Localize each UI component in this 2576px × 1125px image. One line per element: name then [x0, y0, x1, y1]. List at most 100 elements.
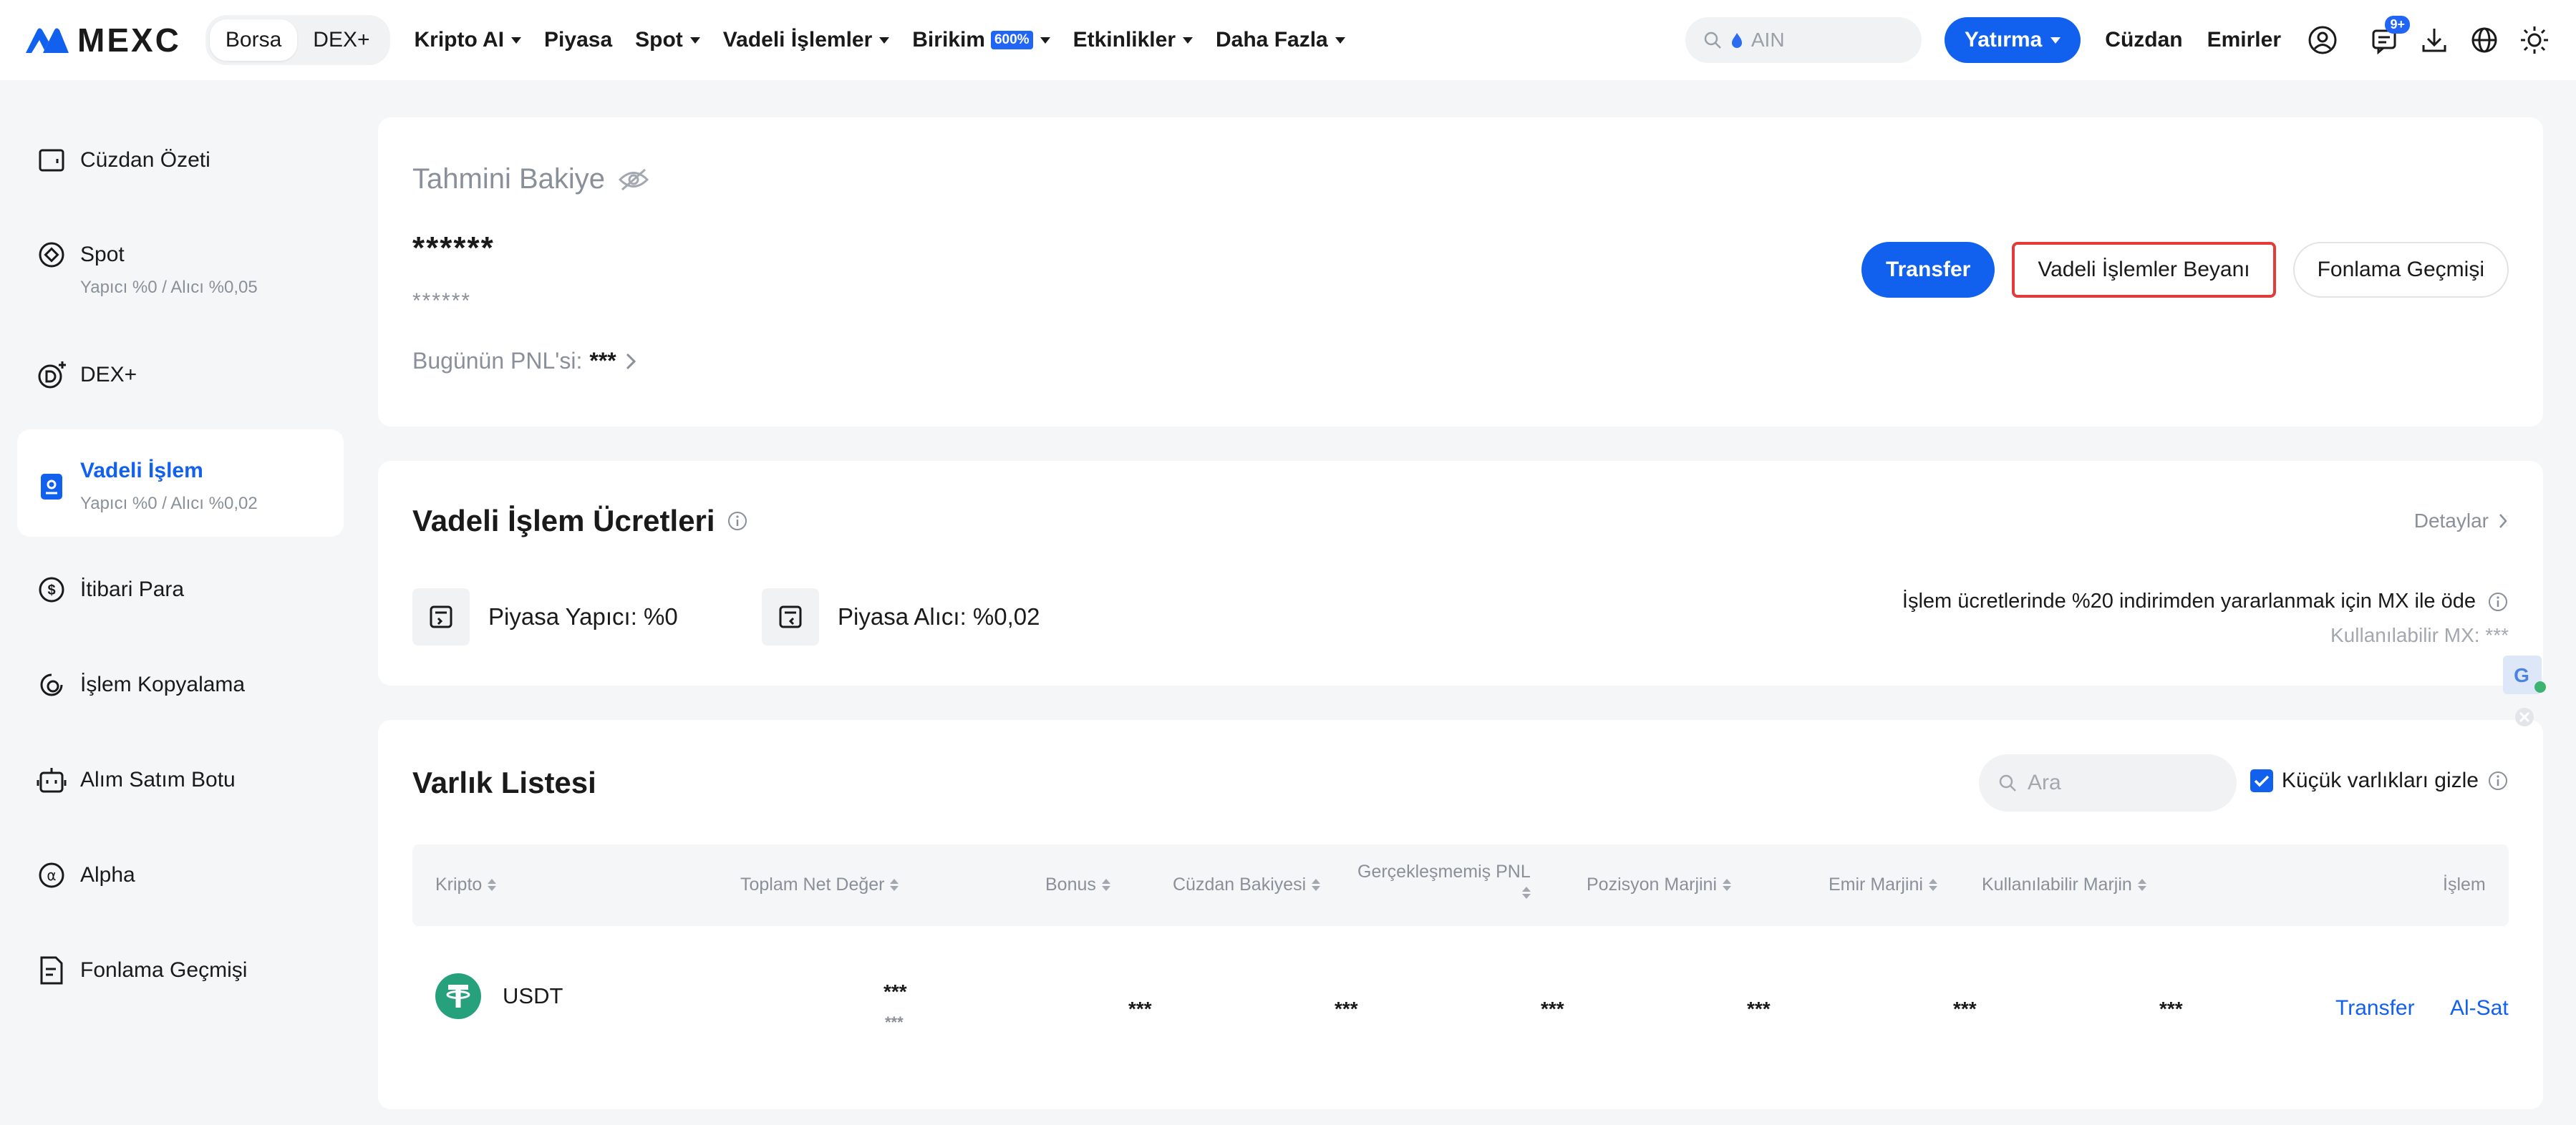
transfer-button[interactable]: Transfer: [1861, 242, 1995, 298]
nav-daha-fazla[interactable]: Daha Fazla: [1216, 28, 1345, 52]
col-kripto[interactable]: Kripto: [435, 875, 497, 895]
sidebar-item-funding-history[interactable]: Fonlama Geçmişi: [17, 955, 344, 986]
user-icon[interactable]: [2305, 23, 2340, 57]
balance-actions: Transfer Vadeli İşlemler Beyanı Fonlama …: [1861, 242, 2509, 298]
sidebar-item-sub: Yapıcı %0 / Alıcı %0,02: [80, 494, 258, 513]
sort-icon: [1101, 879, 1110, 891]
mexc-logo[interactable]: MEXC: [24, 21, 181, 59]
chevron-right-icon: [626, 353, 636, 369]
top-search-input[interactable]: AIN: [1685, 17, 1922, 63]
nav-right: AIN Yatırma Cüzdan Emirler 9+: [1685, 16, 2552, 63]
futures-icon: [36, 471, 67, 502]
col-label: Cüzdan Bakiyesi: [1173, 875, 1307, 895]
top-navbar: MEXC Borsa DEX+ Kripto AI Piyasa Spot Va…: [0, 0, 2576, 80]
download-icon[interactable]: [2417, 23, 2451, 57]
col-order-margin[interactable]: Emir Marjini: [1829, 875, 1937, 895]
hide-small-assets[interactable]: Küçük varlıkları gizle: [2250, 769, 2509, 793]
caret-down-icon: [1335, 36, 1345, 44]
col-total-net[interactable]: Toplam Net Değer: [740, 875, 899, 895]
nav-spot-label: Spot: [635, 28, 683, 52]
top-search-placeholder: AIN: [1751, 29, 1785, 51]
futures-fees-card: Vadeli İşlem Ücretleri Detaylar Piyasa Y…: [378, 461, 2543, 686]
maker-fee-icon: [412, 588, 470, 646]
col-wallet-balance[interactable]: Cüzdan Bakiyesi: [1173, 875, 1321, 895]
search-icon: [1999, 774, 2016, 792]
row-transfer-link[interactable]: Transfer: [2335, 996, 2415, 1021]
fees-details-label: Detaylar: [2413, 510, 2489, 532]
seg-dex[interactable]: DEX+: [297, 19, 385, 61]
nav-vadeli[interactable]: Vadeli İşlemler: [723, 28, 890, 52]
mx-discount: İşlem ücretlerinde %20 indirimden yararl…: [1902, 590, 2509, 613]
hide-small-label: Küçük varlıkları gizle: [2281, 769, 2479, 792]
translate-icon: G: [2503, 656, 2546, 726]
funding-history-button[interactable]: Fonlama Geçmişi: [2292, 242, 2509, 298]
sidebar-item-sub: Yapıcı %0 / Alıcı %0,05: [80, 278, 258, 297]
sidebar-item-wallet-overview[interactable]: Cüzdan Özeti: [17, 145, 344, 176]
fees-details-link[interactable]: Detaylar: [2414, 510, 2509, 532]
sidebar-item-futures[interactable]: Vadeli İşlem Yapıcı %0 / Alıcı %0,02: [17, 429, 344, 537]
notification-icon[interactable]: 9+: [2367, 16, 2410, 57]
balance-title: Tahmini Bakiye: [412, 163, 649, 195]
taker-fee-text: Piyasa Alıcı: %0,02: [838, 603, 1040, 630]
col-available-margin[interactable]: Kullanılabilir Marjin: [1982, 875, 2146, 895]
sidebar: Cüzdan Özeti Spot Yapıcı %0 / Alıcı %0,05…: [0, 80, 362, 1125]
col-position-margin[interactable]: Pozisyon Marjini: [1587, 875, 1732, 895]
sidebar-item-fiat[interactable]: $ İtibari Para: [17, 574, 344, 605]
assets-title: Varlık Listesi: [412, 766, 596, 799]
caret-down-icon: [879, 36, 890, 44]
nav-piyasa[interactable]: Piyasa: [544, 28, 612, 52]
sidebar-item-label: Cüzdan Özeti: [80, 148, 210, 172]
caret-down-icon: [1040, 36, 1050, 44]
sort-icon: [1312, 879, 1321, 891]
nav-orders-link[interactable]: Emirler: [2207, 28, 2281, 52]
col-label: Bonus: [1045, 875, 1096, 895]
sidebar-item-label: Fonlama Geçmişi: [80, 958, 248, 982]
sidebar-item-label: Alım Satım Botu: [80, 768, 236, 792]
nav-birikim[interactable]: Birikim 600%: [912, 28, 1050, 52]
chevron-right-icon: [2499, 514, 2507, 528]
nav-kripto-ai-label: Kripto AI: [414, 28, 505, 52]
taker-fee: Piyasa Alıcı: %0,02: [762, 588, 1040, 646]
col-unrealized-pnl[interactable]: Gerçekleşmemiş PNL: [1357, 862, 1531, 899]
sidebar-item-dex[interactable]: DEX+: [17, 359, 344, 391]
asset-search-input[interactable]: Ara: [1979, 754, 2237, 812]
sidebar-item-spot[interactable]: Spot Yapıcı %0 / Alıcı %0,05: [17, 239, 344, 298]
col-label: Toplam Net Değer: [740, 875, 885, 895]
fees-title-text: Vadeli İşlem Ücretleri: [412, 504, 715, 537]
globe-icon[interactable]: [2467, 23, 2502, 57]
maker-fee: Piyasa Yapıcı: %0: [412, 588, 678, 646]
eye-off-icon[interactable]: [618, 167, 649, 192]
seg-borsa[interactable]: Borsa: [209, 19, 298, 61]
mx-available: Kullanılabilir MX: ***: [2330, 624, 2509, 646]
spot-icon: [36, 239, 67, 271]
deposit-button[interactable]: Yatırma: [1944, 17, 2081, 63]
balance-title-text: Tahmini Bakiye: [412, 163, 606, 195]
nav-wallet-link[interactable]: Cüzdan: [2105, 28, 2182, 52]
info-icon[interactable]: [2487, 770, 2509, 792]
fees-title: Vadeli İşlem Ücretleri: [412, 504, 748, 538]
info-icon[interactable]: [2487, 591, 2509, 613]
sidebar-item-bot[interactable]: Alım Satım Botu: [17, 764, 344, 796]
nav-spot[interactable]: Spot: [635, 28, 700, 52]
col-bonus[interactable]: Bonus: [1045, 875, 1110, 895]
info-icon[interactable]: [727, 510, 748, 532]
hide-small-checkbox[interactable]: [2250, 769, 2273, 792]
asset-list-card: Varlık Listesi Ara Küçük varlıkları gizl…: [378, 720, 2543, 1109]
translate-widget[interactable]: G: [2502, 656, 2552, 726]
nav-birikim-label: Birikim: [912, 28, 985, 52]
notification-badge: 9+: [2385, 16, 2410, 34]
row-trade-link[interactable]: Al-Sat: [2450, 996, 2509, 1021]
cell-wallet: ***: [1335, 998, 1358, 1020]
futures-statement-button[interactable]: Vadeli İşlemler Beyanı: [2012, 242, 2276, 298]
sidebar-item-alpha[interactable]: α Alpha: [17, 859, 344, 891]
cell-order-margin: ***: [1953, 998, 1977, 1020]
deposit-label: Yatırma: [1964, 28, 2043, 52]
copy-trade-icon: [36, 669, 67, 701]
mexc-logo-text: MEXC: [77, 21, 181, 59]
today-pnl[interactable]: Bugünün PNL'si: ***: [412, 348, 638, 374]
sort-icon: [1928, 879, 1937, 891]
sidebar-item-copy-trade[interactable]: İşlem Kopyalama: [17, 669, 344, 701]
nav-kripto-ai[interactable]: Kripto AI: [415, 28, 522, 52]
theme-sun-icon[interactable]: [2517, 23, 2552, 57]
nav-etkinlikler[interactable]: Etkinlikler: [1073, 28, 1193, 52]
